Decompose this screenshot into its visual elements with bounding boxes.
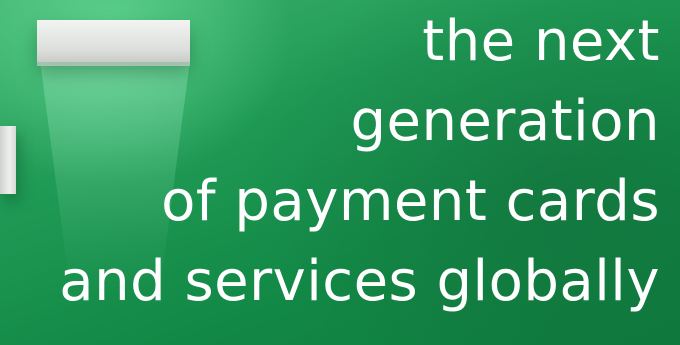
hero-headline: the next generation of payment cards and… [0, 2, 660, 322]
headline-line: generation [350, 89, 660, 154]
headline-line: of payment cards [161, 169, 660, 234]
headline-line: and services globally [59, 249, 660, 314]
hero-banner: the next generation of payment cards and… [0, 0, 680, 345]
headline-line: the next [422, 9, 660, 74]
